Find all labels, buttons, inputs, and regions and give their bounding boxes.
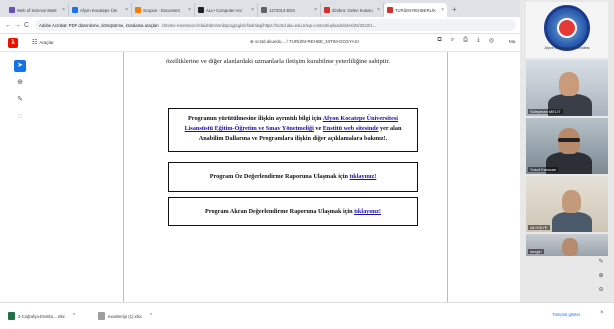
zoom-out-icon[interactable]: ⊖ (594, 286, 608, 300)
browser-tab[interactable]: TURİZM-REHBERLİK × (384, 3, 447, 17)
lasso-icon[interactable]: ◌ (14, 111, 26, 123)
participant-tile[interactable]: Ali HİŞYE (526, 176, 608, 232)
tab-close-icon[interactable]: × (314, 7, 317, 13)
document-viewport: özelliklerine ve diğer alanlardaki uzman… (30, 52, 520, 302)
downloads-shelf: 3-Coğrafya-Enstitü....xlsx ^ examlerijo (1… (0, 302, 614, 329)
download-file-name: 3-Coğrafya-Enstitü....xlsx (18, 313, 65, 319)
tab-close-icon[interactable]: × (62, 7, 65, 13)
tab-strip: Web of Science Mast × Afyon Kocatepe Üni × S… (0, 0, 520, 17)
file-name: scstd.akuedu... / TURİZM-REHBE_NITIM-DOS… (255, 39, 359, 44)
browser-tab[interactable]: Web of Science Mast × (6, 3, 69, 17)
browser-tab[interactable]: Afyon Kocatepe Üni × (69, 3, 132, 17)
draw-pen-icon[interactable]: ✎ (14, 94, 26, 106)
tools-button[interactable]: ☷ Araçlar (32, 39, 54, 46)
tab-title: Zimbra: Gelen Kutusu (332, 7, 373, 13)
tools-label: Araçlar (39, 40, 54, 45)
tab-close-icon[interactable]: × (251, 7, 254, 13)
box1-text-2: ve (313, 125, 323, 132)
peer-evaluation-link[interactable]: tıklayınız! (354, 208, 381, 215)
address-bar: ← → C Adobe Acrobat: PDF düzenleme, dönü… (0, 17, 520, 34)
program-info-box: Programın yürütülmesine ilişkin ayrıntıl… (168, 108, 418, 152)
tab-favicon-icon (72, 7, 78, 13)
tab-close-icon[interactable]: × (377, 7, 380, 13)
url-prefix: Adobe Acrobat: PDF düzenleme, dönüştürme… (39, 22, 159, 28)
participant-name: Süleyman MELİT (528, 109, 563, 114)
forward-button[interactable]: → (13, 22, 22, 29)
select-cursor-icon[interactable]: ➤ (14, 60, 26, 72)
participant-tile[interactable]: Süleyman MELİT (526, 60, 608, 116)
file-icon (8, 312, 15, 320)
browser-tab[interactable]: Scopus - Document × (132, 3, 195, 17)
url-text: chrome-extension://efaidnbmnnnibpcajpcgl… (161, 22, 377, 28)
peer-evaluation-text: Program Akran Değerlendirme Raporuna Ula… (205, 208, 355, 215)
toolbar-icons: ⧉ ⌕ ⎙ ⤓ ◎ (433, 37, 498, 44)
participant-tile[interactable]: Yusuf Karacan (526, 118, 608, 174)
box1-text-1: Programın yürütülmesine ilişkin ayrıntıl… (188, 115, 323, 122)
chevron-up-icon[interactable]: ^ (150, 313, 152, 319)
download-item[interactable]: 3-Coğrafya-Enstitü....xlsx ^ (8, 312, 98, 320)
tab-favicon-icon (198, 7, 204, 13)
omnibox[interactable]: Adobe Acrobat: PDF düzenleme, dönüştürme… (35, 19, 516, 31)
tab-title: ALL• Computer Acc (206, 7, 243, 13)
participant-name: sezgin (528, 249, 544, 254)
file-icon (98, 312, 105, 320)
acrobat-logo-icon[interactable]: λ (8, 37, 18, 48)
tab-favicon-icon (324, 7, 330, 13)
tab-title: Afyon Kocatepe Üni (80, 7, 118, 13)
chevron-up-icon[interactable]: ^ (73, 313, 75, 319)
logo-caption: Afyon Kocatepe Üniversitesi (544, 46, 590, 50)
annotation-rail: ➤ ⊕ ✎ ◌ (14, 60, 28, 128)
reload-button[interactable]: C (22, 22, 31, 29)
pdf-page: özelliklerine ve diğer alanlardaki uzman… (123, 52, 448, 302)
browser-tab[interactable]: Zimbra: Gelen Kutusu × (321, 3, 384, 17)
self-evaluation-text: Program Öz Değerlendirme Raporuna Ulaşma… (209, 173, 350, 180)
peer-evaluation-box: Program Akran Değerlendirme Raporuna Ula… (168, 197, 418, 226)
tab-title: Scopus - Document (143, 7, 180, 13)
download-item[interactable]: examlerijo (1).xlsx ^ (98, 312, 188, 320)
institute-website-link[interactable]: Enstitü web sitesinde (323, 125, 379, 132)
search-icon[interactable]: ⌕ (446, 37, 459, 44)
participant-tile[interactable]: sezgin (526, 234, 608, 256)
back-button[interactable]: ← (4, 22, 13, 29)
zoom-in-icon[interactable]: ⊕ (594, 272, 608, 286)
file-breadcrumb: ⊕ scstd.akuedu... / TURİZM-REHBE_NITIM-D… (250, 39, 359, 45)
participant-name: Yusuf Karacan (528, 167, 559, 172)
comment-icon[interactable]: ⊕ (14, 77, 26, 89)
tab-favicon-icon (9, 7, 15, 13)
participant-name: Ali HİŞYE (528, 225, 550, 230)
toolbar-overflow-label: Ma (509, 39, 516, 44)
download-file-name: examlerijo (1).xlsx (108, 313, 142, 319)
tab-favicon-icon (135, 7, 141, 13)
download-icon[interactable]: ⤓ (472, 37, 485, 44)
tab-title: Web of Science Mast (17, 7, 57, 13)
video-participants-panel: Afyon Kocatepe Üniversitesi Süleyman MEL… (520, 0, 614, 302)
acrobat-toolbar: λ ☷ Araçlar ⊕ scstd.akuedu... / TURİZM-R… (0, 34, 520, 52)
share-icon[interactable]: ◎ (485, 37, 498, 44)
zoom-side-controls: ✎ ⊕ ⊖ (594, 258, 608, 300)
page-text-line: özelliklerine ve diğer alanlardaki uzman… (166, 58, 390, 65)
page-icon[interactable]: ⧉ (433, 37, 446, 44)
tab-close-icon[interactable]: × (188, 7, 191, 13)
screen: Web of Science Mast × Afyon Kocatepe Üni × S… (0, 0, 614, 329)
print-icon[interactable]: ⎙ (459, 37, 472, 44)
tab-title: 1272013 EDS (269, 7, 296, 13)
tab-close-icon[interactable]: × (441, 7, 444, 13)
browser-tab[interactable]: ALL• Computer Acc × (195, 3, 258, 17)
edit-icon[interactable]: ✎ (594, 258, 608, 272)
tab-favicon-icon (261, 7, 267, 13)
tab-close-icon[interactable]: × (125, 7, 128, 13)
browser-tab[interactable]: 1272013 EDS × (258, 3, 321, 17)
show-all-button[interactable]: Tümünü göster (552, 312, 580, 317)
tab-favicon-icon (387, 7, 393, 13)
self-evaluation-link[interactable]: tıklayınız! (349, 173, 376, 180)
close-shelf-icon[interactable]: × (600, 310, 604, 316)
self-evaluation-box: Program Öz Değerlendirme Raporuna Ulaşma… (168, 162, 418, 192)
host-logo-tile[interactable]: Afyon Kocatepe Üniversitesi (526, 2, 608, 58)
tools-grid-icon: ☷ (32, 40, 38, 46)
new-tab-button[interactable]: + (452, 3, 457, 17)
tab-title: TURİZM-REHBERLİK (395, 7, 436, 13)
university-seal-icon (544, 5, 590, 51)
